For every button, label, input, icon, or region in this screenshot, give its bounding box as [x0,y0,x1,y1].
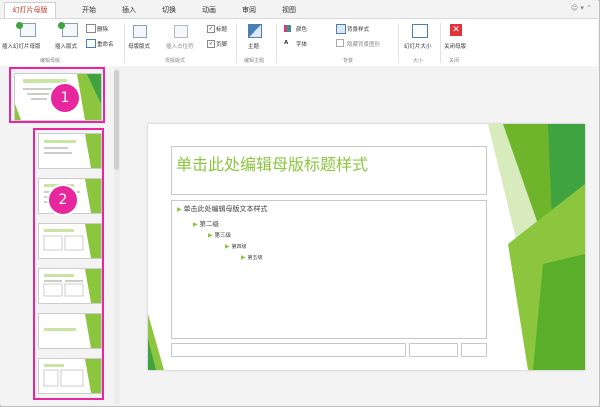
body-level-2[interactable]: ▶ 第二级 [193,218,219,228]
body-level-4-text: 第四级 [231,244,247,250]
group-edit-theme-label: 编辑主题 [244,58,265,64]
slide-title-text[interactable]: 单击此处编辑母版标题样式 [176,151,368,175]
title-checkbox[interactable]: ✓ [207,25,215,33]
delete-icon [86,24,96,33]
callout-badge-2: 2 [47,184,79,216]
window-options-icon[interactable]: ☺ ▾ ⌃ [571,4,592,12]
tab-animations[interactable]: 动画 [196,3,222,18]
rename-icon [86,39,96,48]
background-styles-button[interactable]: 背景样式 [347,25,369,33]
body-level-5[interactable]: ▶ 第五级 [241,254,263,261]
master-layout-button[interactable]: 母版版式 [128,42,150,50]
body-level-1[interactable]: ▶ 单击此处编辑母版文本样式 [177,204,268,214]
body-level-3[interactable]: ▶ 第三级 [208,231,231,239]
close-icon: ✕ [450,24,462,36]
ribbon-tab-bar: 幻灯片母版 开始 插入 切换 动画 审阅 视图 ☺ ▾ ⌃ [0,0,598,19]
master-layout-icon [133,25,147,38]
colors-button[interactable]: 颜色 [296,25,307,33]
insert-layout-button[interactable]: 插入版式 [55,42,77,50]
close-master-button[interactable]: 关闭母版 [444,42,466,50]
theme-icon [248,24,262,38]
ribbon-separator [276,23,277,63]
thumbnail-scrollbar-thumb[interactable] [114,70,119,170]
slide-size-button[interactable]: 幻灯片大小 [404,42,432,50]
insert-placeholder-icon [174,25,188,38]
hide-background-checkbox[interactable] [336,39,344,47]
footer-checkbox[interactable]: ✓ [207,40,215,48]
add-layout-icon [58,22,65,29]
slide-number-placeholder[interactable] [461,343,487,357]
fonts-button[interactable]: 字体 [296,40,307,48]
hide-background-label: 隐藏背景图形 [347,42,381,48]
body-level-3-text: 第三级 [214,233,232,239]
tab-view[interactable]: 视图 [276,3,302,18]
tab-transitions[interactable]: 切换 [156,3,182,18]
body-level-5-text: 第五级 [247,255,263,261]
colors-icon [284,25,291,32]
fonts-icon: A [284,40,289,46]
callout-badge-1: 1 [49,82,81,114]
slide-size-icon [412,24,428,38]
body-level-1-text: 单击此处编辑母版文本样式 [183,205,268,213]
group-size-label: 大小 [413,58,424,64]
date-placeholder[interactable] [409,343,458,357]
ribbon-separator [124,23,125,63]
group-edit-master-label: 编辑母版 [40,58,61,64]
insert-placeholder-button[interactable]: 插入占位符 [166,42,194,50]
ribbon-separator [398,23,399,63]
background-styles-icon [336,24,346,34]
body-level-2-text: 第二级 [199,220,220,228]
title-checkbox-label: 标题 [216,27,228,33]
footer-checkbox-label: 页脚 [216,42,228,48]
ribbon-separator [440,23,441,63]
tab-insert[interactable]: 插入 [116,3,142,18]
group-background-label: 背景 [343,58,354,64]
insert-master-button[interactable]: 插入幻灯片母版 [2,42,41,50]
delete-button[interactable]: 删除 [97,25,108,33]
tab-slide-master[interactable]: 幻灯片母版 [4,2,56,19]
layouts-highlight-box [33,128,104,400]
tab-review[interactable]: 审阅 [236,3,262,18]
tab-home[interactable]: 开始 [76,3,102,18]
body-level-4[interactable]: ▶ 第四级 [225,243,247,250]
theme-button[interactable]: 主题 [248,42,259,50]
add-icon [16,22,23,29]
ribbon-separator [236,23,237,63]
group-master-layout-label: 母版版式 [165,58,186,64]
rename-button[interactable]: 重命名 [97,40,114,48]
group-close-label: 关闭 [449,58,460,64]
footer-placeholder[interactable] [171,343,406,357]
ribbon: 插入幻灯片母版 插入版式 删除 重命名 编辑母版 母版版式 插入占位符 ✓ 标题… [0,18,598,67]
